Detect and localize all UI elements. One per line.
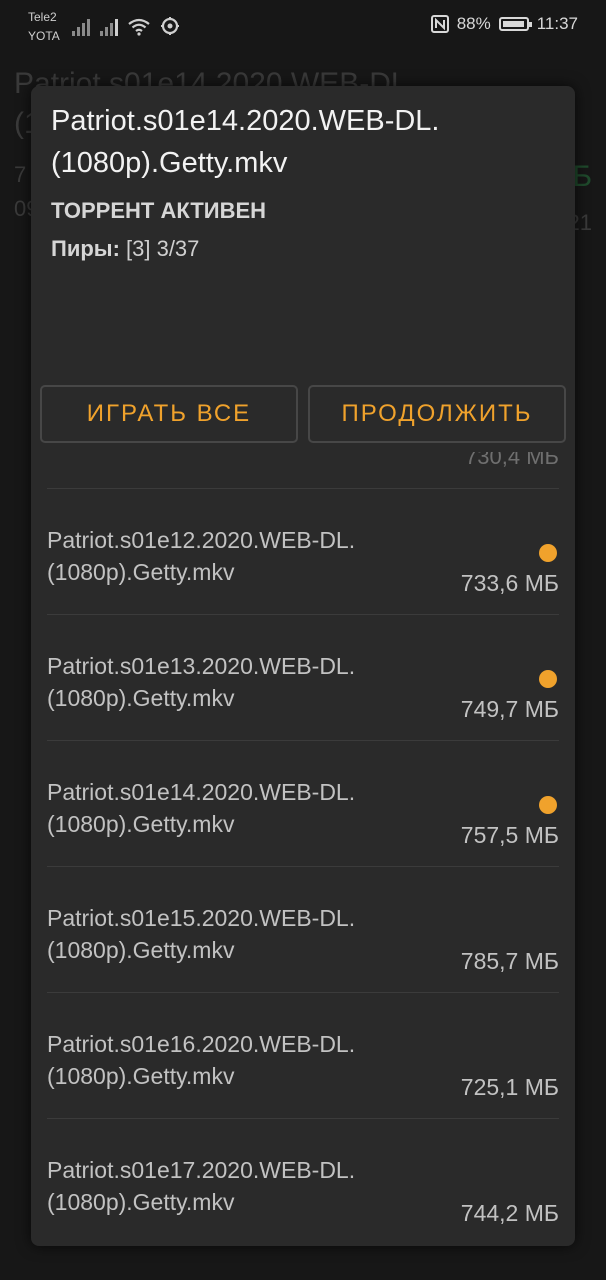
background-text-a: 7: [14, 162, 27, 187]
file-size: 749,7 МБ: [460, 696, 559, 722]
file-name: Patriot.s01e14.2020.WEB-DL.(1080p).Getty…: [47, 779, 356, 837]
signal-strength-2-icon: [100, 16, 118, 36]
active-indicator-icon: [539, 796, 557, 814]
peers-label: Пиры:: [51, 236, 120, 261]
location-target-icon: [161, 17, 179, 35]
torrent-status: ТОРРЕНТ АКТИВЕН: [51, 198, 267, 223]
file-size-partial: 730,4 МБ: [465, 452, 559, 469]
file-size: 733,6 МБ: [460, 570, 559, 596]
battery-icon: [498, 17, 532, 31]
wifi-icon: [128, 18, 150, 36]
file-list-item[interactable]: Patriot.s01e15.2020.WEB-DL.(1080p).Getty…: [31, 866, 575, 992]
peers-info: Пиры: [3] 3/37: [51, 236, 199, 262]
dialog-title: Patriot.s01e14.2020.WEB-DL.(1080p).Getty…: [51, 105, 440, 179]
file-size: 785,7 МБ: [460, 948, 559, 974]
play-all-button[interactable]: ИГРАТЬ ВСЕ: [40, 385, 298, 443]
continue-button[interactable]: ПРОДОЛЖИТЬ: [308, 385, 566, 443]
file-size: 757,5 МБ: [460, 822, 559, 848]
active-indicator-icon: [539, 670, 557, 688]
file-size: 744,2 МБ: [460, 1200, 559, 1226]
file-list-item[interactable]: Patriot.s01e12.2020.WEB-DL.(1080p).Getty…: [31, 488, 575, 614]
file-name: Patriot.s01e12.2020.WEB-DL.(1080p).Getty…: [47, 527, 356, 585]
status-right: 88% 11:37: [430, 14, 578, 34]
signal-icons: [72, 14, 180, 36]
file-list[interactable]: 730,4 МБ Patriot.s01e12.2020.WEB-DL.(108…: [31, 452, 575, 1246]
battery-percent: 88%: [456, 14, 491, 33]
status-bar: Tele2 YOTA 88% 11:37: [0, 0, 606, 52]
file-name: Patriot.s01e13.2020.WEB-DL.(1080p).Getty…: [47, 653, 356, 711]
file-list-item[interactable]: Patriot.s01e14.2020.WEB-DL.(1080p).Getty…: [31, 740, 575, 866]
file-list-item[interactable]: Patriot.s01e16.2020.WEB-DL.(1080p).Getty…: [31, 992, 575, 1118]
file-list-item[interactable]: Patriot.s01e17.2020.WEB-DL.(1080p).Getty…: [31, 1118, 575, 1244]
file-name: Patriot.s01e16.2020.WEB-DL.(1080p).Getty…: [47, 1031, 356, 1089]
carrier-name-2: YOTA: [28, 29, 60, 43]
carrier-labels: Tele2 YOTA: [28, 8, 60, 46]
active-indicator-icon: [539, 544, 557, 562]
clock: 11:37: [536, 14, 578, 33]
peers-value: [3] 3/37: [126, 236, 200, 261]
background-size-text: Б: [572, 160, 592, 193]
carrier-name-1: Tele2: [28, 10, 57, 24]
file-name: Patriot.s01e17.2020.WEB-DL.(1080p).Getty…: [47, 1157, 356, 1215]
file-size: 725,1 МБ: [460, 1074, 559, 1100]
file-name: Patriot.s01e15.2020.WEB-DL.(1080p).Getty…: [47, 905, 356, 963]
file-list-item[interactable]: Patriot.s01e13.2020.WEB-DL.(1080p).Getty…: [31, 614, 575, 740]
torrent-dialog: Patriot.s01e14.2020.WEB-DL.(1080p).Getty…: [31, 86, 575, 1246]
signal-strength-icon: [72, 16, 90, 36]
nfc-icon: [430, 15, 449, 33]
